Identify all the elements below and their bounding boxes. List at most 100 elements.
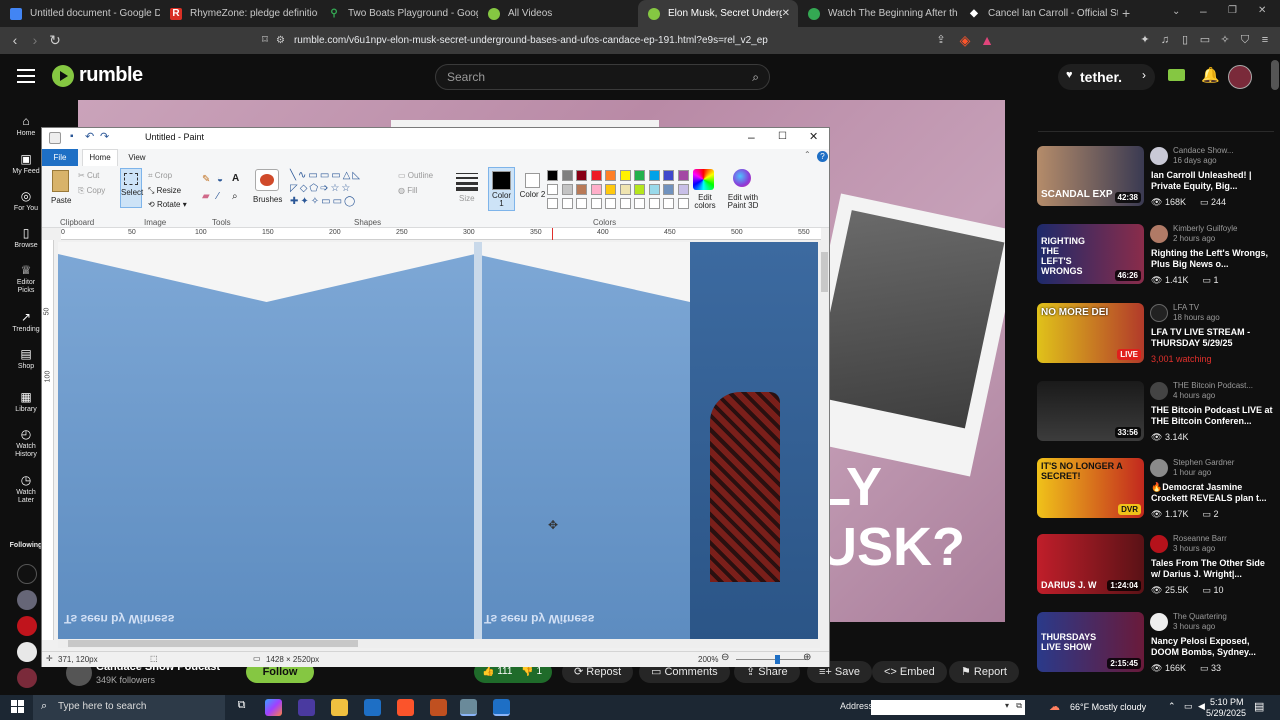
search-input[interactable]: Search ⌕: [435, 64, 770, 90]
user-avatar[interactable]: [1228, 65, 1252, 89]
maximize-icon[interactable]: ☐: [778, 131, 787, 142]
outline-button[interactable]: ▭ Outline: [398, 171, 433, 180]
video-thumbnail[interactable]: DARIUS J. W 1:24:04: [1037, 534, 1144, 594]
windows-start-icon[interactable]: [11, 700, 25, 714]
dropdown-icon[interactable]: ▾: [1005, 701, 1009, 710]
brave-icon[interactable]: [397, 699, 414, 716]
palette-swatch[interactable]: [561, 198, 573, 209]
redo-icon[interactable]: ↷: [100, 130, 109, 143]
app-icon[interactable]: [430, 699, 447, 716]
weather-text[interactable]: 66°F Mostly cloudy: [1070, 702, 1146, 712]
channel-name[interactable]: Kimberly Guilfoyle: [1173, 224, 1237, 233]
resize-button[interactable]: ⤡ Resize: [148, 186, 181, 196]
video-title[interactable]: Ian Carroll Unleashed! | Private Equity,…: [1151, 170, 1276, 192]
recommended-video[interactable]: 33:56 THE Bitcoin Podcast... 4 hours ago…: [1037, 381, 1273, 445]
copy-button[interactable]: ⎘ Copy: [78, 186, 105, 196]
site-info-icon[interactable]: ⚙: [276, 35, 285, 46]
video-thumbnail[interactable]: RIGHTING THE LEFT'S WRONGS 46:26: [1037, 224, 1144, 284]
video-thumbnail[interactable]: IT'S NO LONGER A SECRET! DVR: [1037, 458, 1144, 518]
recommended-video[interactable]: RIGHTING THE LEFT'S WRONGS 46:26 Kimberl…: [1037, 224, 1273, 288]
video-thumbnail[interactable]: THURSDAYS LIVE SHOW 2:15:45: [1037, 612, 1144, 672]
cut-button[interactable]: ✂ Cut: [78, 171, 99, 180]
video-thumbnail[interactable]: NO MORE DEI LIVE: [1037, 303, 1144, 363]
eraser-icon[interactable]: ▰: [202, 191, 210, 202]
tab-beginning-after-end[interactable]: Watch The Beginning After the End: [798, 0, 958, 27]
palette-swatch[interactable]: [663, 170, 674, 181]
collapse-ribbon-icon[interactable]: ⌃: [804, 150, 811, 159]
recommended-video[interactable]: SCANDAL EXP 42:38 Candace Show... 16 day…: [1037, 146, 1273, 210]
app-icon[interactable]: [298, 699, 315, 716]
forward-icon[interactable]: ›: [26, 31, 44, 49]
palette-swatch[interactable]: [648, 170, 660, 181]
pencil-icon[interactable]: ✎: [202, 174, 210, 185]
color-picker-icon[interactable]: ⁄: [217, 191, 219, 202]
channel-name[interactable]: The Quartering: [1173, 612, 1227, 621]
video-title[interactable]: LFA TV LIVE STREAM - THURSDAY 5/29/25: [1151, 327, 1276, 349]
palette-swatch[interactable]: [619, 170, 631, 181]
following-avatar[interactable]: [17, 642, 37, 662]
extensions-icon[interactable]: ✦: [1136, 31, 1154, 49]
palette-swatch[interactable]: [677, 170, 689, 181]
recommended-video[interactable]: NO MORE DEI LIVE LFA TV 18 hours ago LFA…: [1037, 303, 1273, 367]
select-button[interactable]: Select: [120, 168, 143, 208]
brush-icon[interactable]: [255, 169, 279, 191]
undo-icon[interactable]: ↶: [85, 130, 94, 143]
crop-button[interactable]: ⌗ Crop: [148, 171, 172, 181]
following-avatar[interactable]: [17, 616, 37, 636]
help-icon[interactable]: ?: [817, 151, 828, 162]
view-tab[interactable]: View: [122, 149, 152, 166]
notifications-bell-icon[interactable]: 🔔: [1201, 66, 1220, 84]
recommended-video[interactable]: DARIUS J. W 1:24:04 Roseanne Barr 3 hour…: [1037, 534, 1273, 598]
channel-avatar[interactable]: [1150, 382, 1168, 400]
url-field[interactable]: ⚙ rumble.com/v6u1npv-elon-musk-secret-un…: [276, 29, 1006, 52]
video-title[interactable]: Righting the Left's Wrongs, Plus Big New…: [1151, 248, 1276, 270]
report-button[interactable]: ⚑ Report: [949, 661, 1019, 683]
hamburger-menu-icon[interactable]: [17, 69, 35, 83]
volume-icon[interactable]: ◀: [1198, 701, 1205, 712]
save-icon[interactable]: ▪: [70, 131, 74, 142]
paste-icon[interactable]: [52, 170, 69, 192]
thumbs-down-icon[interactable]: 👎: [521, 666, 533, 677]
tether-promo[interactable]: ♥ tether. ›: [1058, 64, 1155, 90]
edge-icon[interactable]: [364, 699, 381, 716]
following-avatar[interactable]: [17, 590, 37, 610]
palette-swatch[interactable]: [663, 198, 674, 209]
palette-swatch[interactable]: [619, 184, 631, 195]
paint3d-icon[interactable]: [733, 169, 751, 187]
copilot-icon[interactable]: [265, 699, 282, 716]
minimize-icon[interactable]: –: [748, 130, 755, 144]
palette-swatch[interactable]: [547, 170, 558, 181]
video-thumbnail[interactable]: SCANDAL EXP 42:38: [1037, 146, 1144, 206]
horizontal-scrollbar[interactable]: [58, 639, 820, 648]
task-view-icon[interactable]: ⧉: [233, 699, 250, 716]
edit-with-paint3d-button[interactable]: Edit with Paint 3D: [724, 194, 762, 210]
video-thumbnail[interactable]: 33:56: [1037, 381, 1144, 441]
thumbs-up-icon[interactable]: 👍: [482, 666, 494, 677]
palette-swatch[interactable]: [576, 198, 587, 209]
zoom-in-icon[interactable]: ⊕: [803, 652, 811, 663]
channel-avatar[interactable]: [1150, 147, 1168, 165]
edit-colors-icon[interactable]: [693, 169, 714, 190]
color1-button[interactable]: Color 1: [488, 167, 515, 211]
channel-name[interactable]: Roseanne Barr: [1173, 534, 1227, 543]
palette-swatch[interactable]: [576, 184, 587, 195]
channel-avatar[interactable]: [1150, 225, 1168, 243]
palette-swatch[interactable]: [576, 170, 587, 181]
go-icon[interactable]: ⧉: [1016, 701, 1022, 711]
palette-swatch[interactable]: [619, 198, 631, 209]
palette-swatch[interactable]: [648, 184, 660, 195]
tray-overflow-icon[interactable]: ⌃: [1168, 701, 1176, 712]
paint-canvas[interactable]: Ts seen by Witness Ts seen by Witness ✥: [58, 242, 818, 639]
network-icon[interactable]: ▭: [1184, 701, 1193, 712]
close-window-icon[interactable]: ✕: [1258, 5, 1266, 16]
size-button[interactable]: Size: [459, 194, 475, 203]
palette-swatch[interactable]: [634, 170, 645, 181]
restore-icon[interactable]: ❐: [1228, 5, 1237, 16]
close-icon[interactable]: ✕: [809, 130, 818, 143]
channel-avatar[interactable]: [1150, 459, 1168, 477]
palette-swatch[interactable]: [547, 198, 558, 209]
reload-icon[interactable]: ↻: [46, 31, 64, 49]
search-icon[interactable]: ⌕: [752, 65, 759, 89]
share-icon[interactable]: ⇪: [932, 31, 950, 49]
edit-colors-button[interactable]: Edit colors: [690, 194, 720, 210]
